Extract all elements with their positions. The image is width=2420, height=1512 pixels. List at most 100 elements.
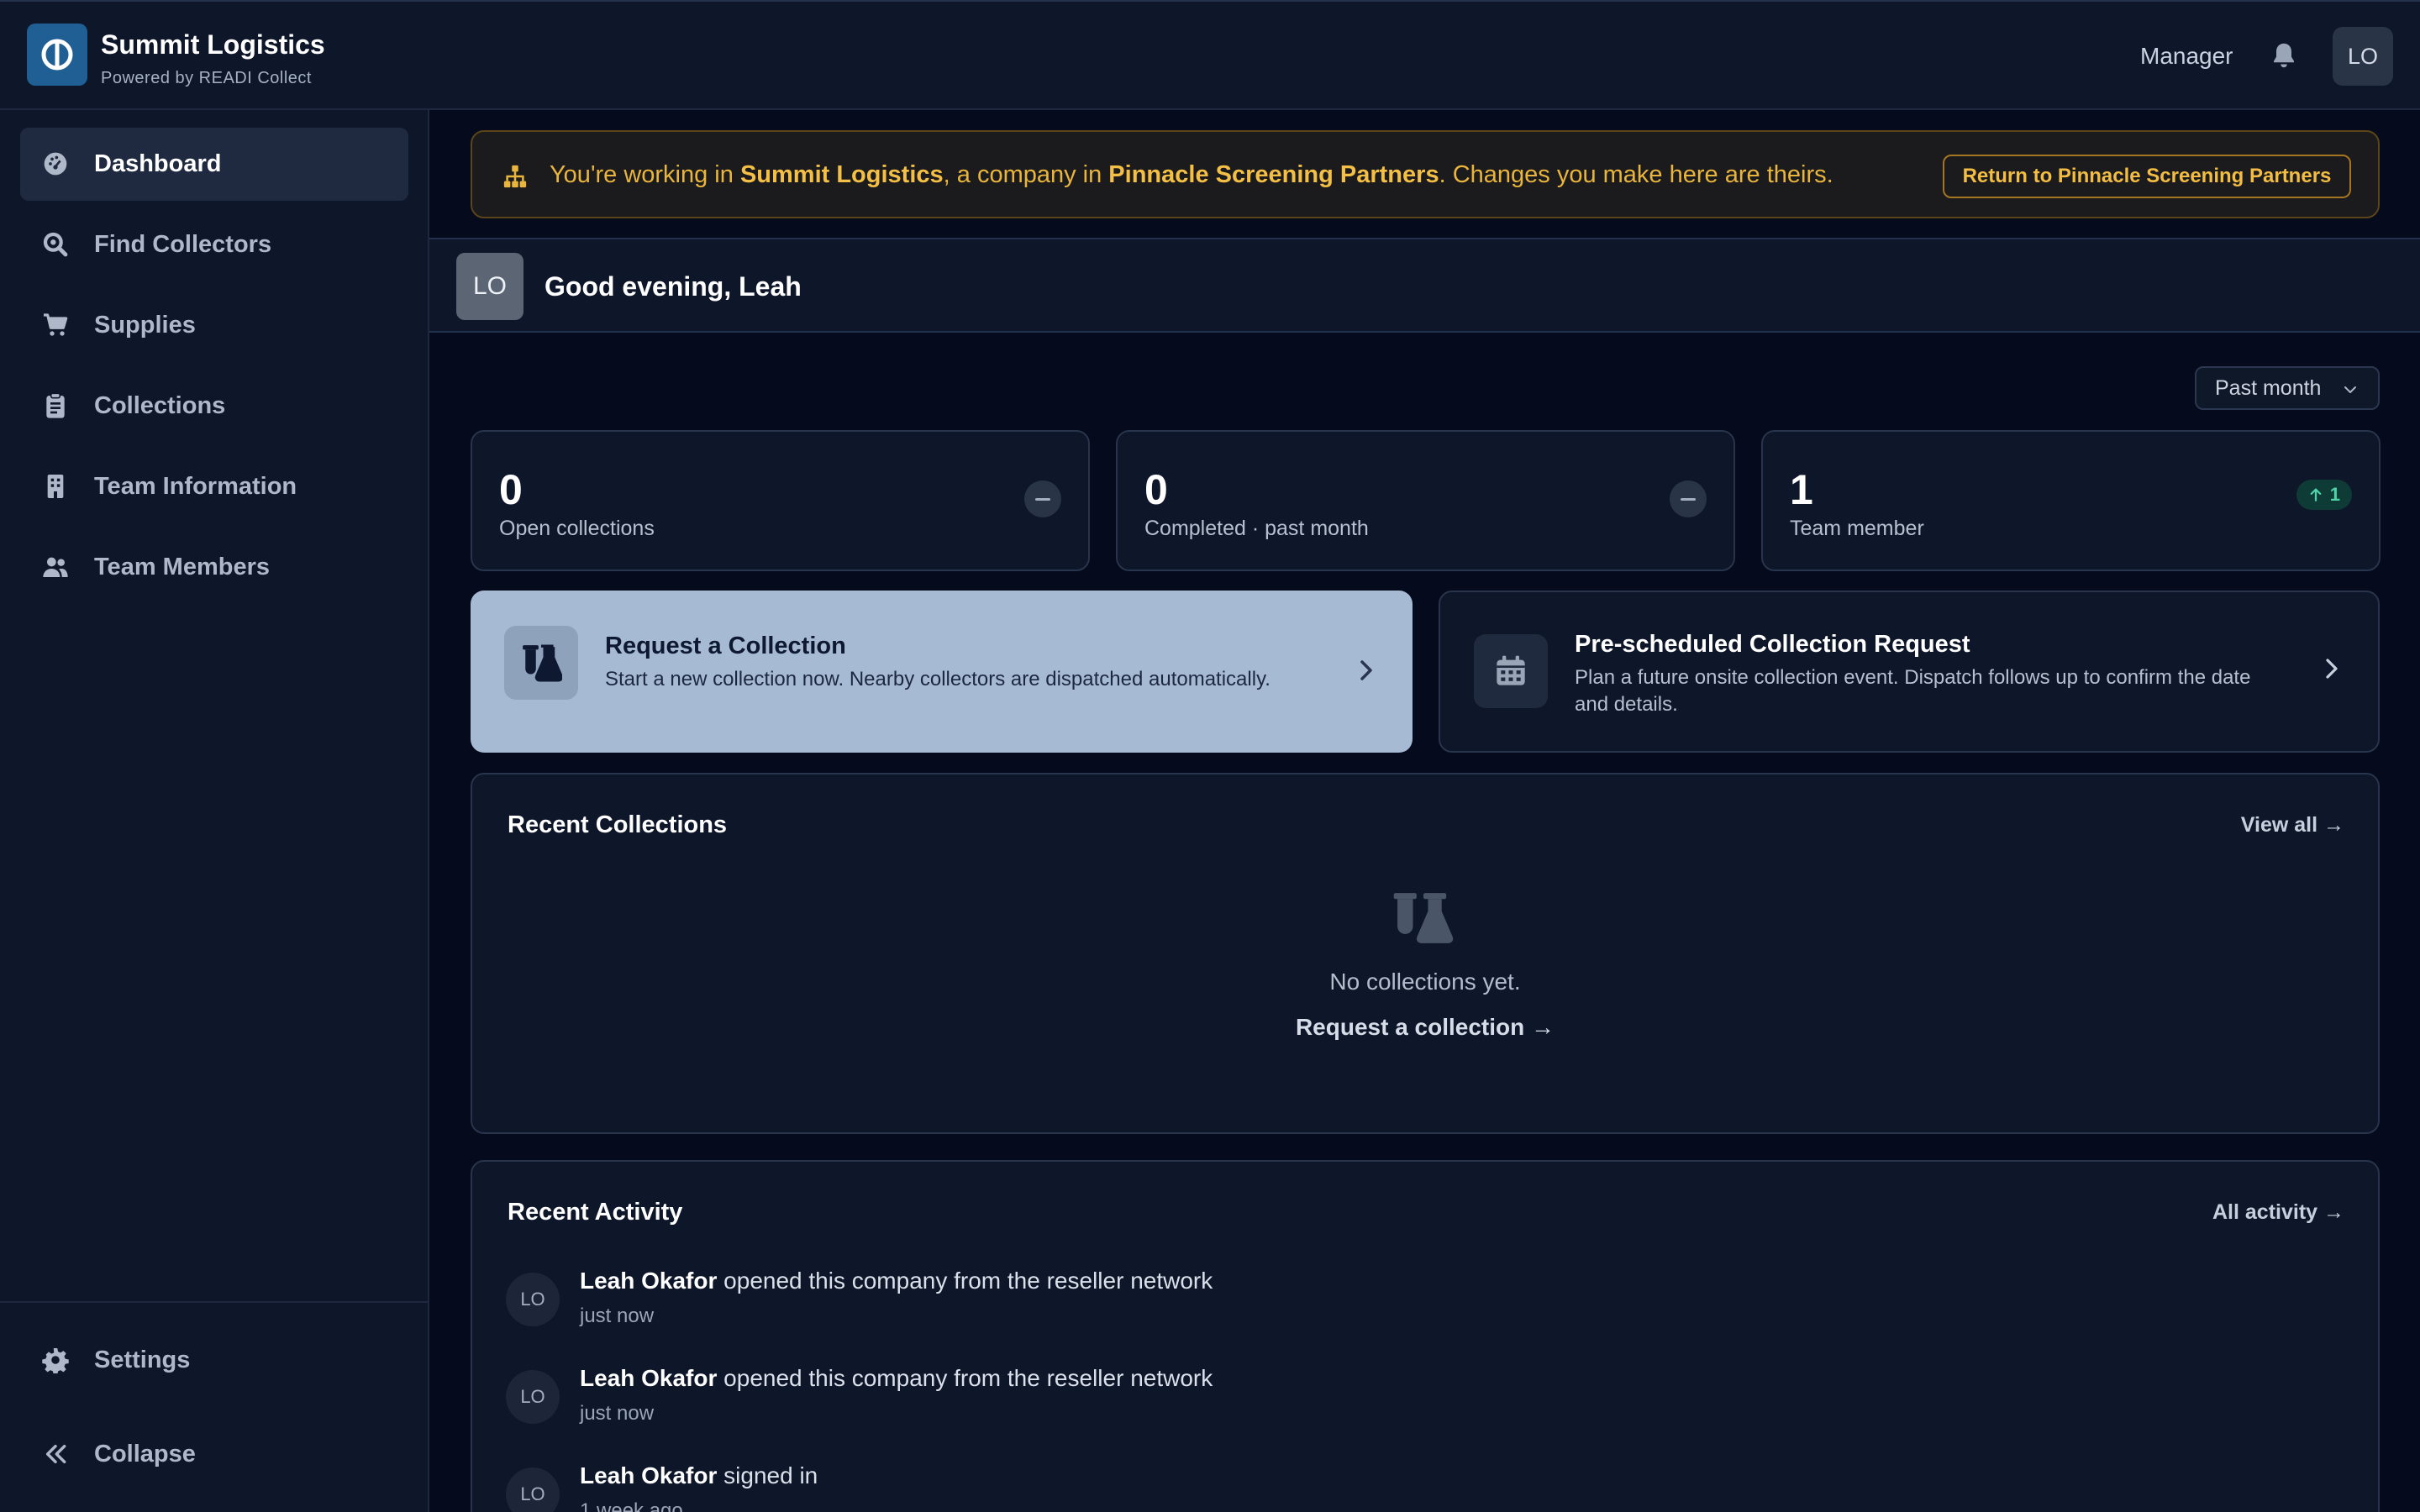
sidebar-item-team-members[interactable]: Team Members xyxy=(20,531,408,604)
sidebar-collapse-button[interactable]: Collapse xyxy=(20,1418,408,1491)
sidebar-item-label: Team Members xyxy=(94,554,270,580)
lab-flask-icon xyxy=(504,626,578,700)
sidebar: Dashboard Find Collectors Supplies Colle… xyxy=(0,110,429,1512)
activity-item: LO Leah Okafor signed in 1 week ago xyxy=(506,1462,2018,1512)
no-change-indicator xyxy=(1024,480,1061,517)
prescheduled-request-title: Pre-scheduled Collection Request xyxy=(1575,631,1970,658)
company-context-banner: You're working in Summit Logistics, a co… xyxy=(471,130,2380,218)
building-icon xyxy=(47,475,64,498)
request-collection-title: Request a Collection xyxy=(605,633,846,659)
stat-caption: Completed · past month xyxy=(1144,517,1369,540)
bell-icon[interactable] xyxy=(2269,40,2299,71)
sidebar-item-label: Supplies xyxy=(94,312,196,339)
recent-collections-title: Recent Collections xyxy=(508,811,728,838)
activity-actor: Leah Okafor xyxy=(580,1268,718,1294)
activity-item: LO Leah Okafor opened this company from … xyxy=(506,1365,2018,1432)
banner-middle: , a company in xyxy=(943,161,1109,188)
activity-time: just now xyxy=(580,1402,655,1425)
chevron-down-icon xyxy=(2344,386,2356,393)
sidebar-item-label: Find Collectors xyxy=(94,231,272,258)
activity-item: LO Leah Okafor opened this company from … xyxy=(506,1268,2018,1335)
recent-activity-panel: Recent Activity All activity → LO Leah O… xyxy=(471,1160,2380,1512)
sidebar-item-label: Collections xyxy=(94,392,226,419)
collapse-label: Collapse xyxy=(94,1441,196,1467)
all-activity-link[interactable]: All activity → xyxy=(2212,1200,2344,1225)
activity-time: just now xyxy=(580,1305,655,1327)
sidebar-item-label: Dashboard xyxy=(94,150,222,177)
activity-text: Leah Okafor signed in xyxy=(580,1462,818,1489)
prescheduled-request-description: Plan a future onsite collection event. D… xyxy=(1575,666,2251,716)
activity-avatar: LO xyxy=(506,1273,560,1326)
banner-prefix: You're working in xyxy=(550,161,740,188)
greeting-avatar: LO xyxy=(456,253,523,320)
lab-flask-icon xyxy=(1393,893,1454,943)
period-select-value: Past month xyxy=(2215,375,2322,400)
request-collection-description: Start a new collection now. Nearby colle… xyxy=(605,668,1270,690)
top-bar: Summit Logistics Powered by READI Collec… xyxy=(0,0,2420,110)
view-all-collections-link[interactable]: View all → xyxy=(2241,813,2344,837)
stat-card-open-collections: 0 Open collections xyxy=(471,430,1090,571)
dashboard-icon xyxy=(44,152,67,176)
recent-activity-title: Recent Activity xyxy=(508,1199,683,1226)
sidebar-item-find-collectors[interactable]: Find Collectors xyxy=(20,208,408,281)
return-to-network-button[interactable]: Return to Pinnacle Screening Partners xyxy=(1943,155,2351,198)
sidebar-item-team-information[interactable]: Team Information xyxy=(20,450,408,523)
stat-caption: Open collections xyxy=(499,517,655,540)
recent-collections-panel: Recent Collections View all → No collect… xyxy=(471,773,2380,1134)
users-icon xyxy=(43,557,68,577)
greeting-bar: LO Good evening, Leah xyxy=(429,238,2420,333)
sidebar-item-dashboard[interactable]: Dashboard xyxy=(20,128,408,201)
banner-suffix: . Changes you make here are theirs. xyxy=(1439,161,1833,188)
activity-avatar: LO xyxy=(506,1467,560,1512)
request-collection-card[interactable]: Request a Collection Start a new collect… xyxy=(471,591,1413,753)
arrow-up-icon xyxy=(2310,488,2322,501)
chevrons-left-icon xyxy=(45,1444,66,1464)
period-select[interactable]: Past month xyxy=(2195,366,2380,410)
cart-icon xyxy=(44,313,68,336)
trend-badge: 1 xyxy=(2296,480,2352,510)
sidebar-item-label: Team Information xyxy=(94,473,297,500)
greeting-text: Good evening, Leah xyxy=(544,271,802,302)
activity-avatar: LO xyxy=(506,1370,560,1424)
gear-icon xyxy=(42,1348,69,1373)
sidebar-item-supplies[interactable]: Supplies xyxy=(20,289,408,362)
activity-time: 1 week ago xyxy=(580,1499,683,1512)
banner-message: You're working in Summit Logistics, a co… xyxy=(550,161,1833,189)
stat-card-completed: 0 Completed · past month xyxy=(1116,430,1735,571)
org-hierarchy-icon xyxy=(503,165,527,188)
logo-icon xyxy=(41,39,73,71)
brand-subtitle: Powered by READI Collect xyxy=(101,69,312,87)
activity-actor: Leah Okafor xyxy=(580,1462,718,1488)
clipboard-icon xyxy=(46,392,65,418)
chevron-right-icon xyxy=(1360,660,1372,680)
prescheduled-request-card[interactable]: Pre-scheduled Collection Request Plan a … xyxy=(1439,591,2380,753)
request-collection-link[interactable]: Request a collection → xyxy=(472,1014,2378,1041)
sidebar-item-collections[interactable]: Collections xyxy=(20,370,408,443)
activity-text: Leah Okafor opened this company from the… xyxy=(580,1365,1213,1392)
sidebar-divider xyxy=(0,1301,428,1303)
activity-text: Leah Okafor opened this company from the… xyxy=(580,1268,1213,1294)
no-change-indicator xyxy=(1670,480,1707,517)
sidebar-item-settings[interactable]: Settings xyxy=(20,1324,408,1397)
brand-title: Summit Logistics xyxy=(101,29,325,60)
activity-action: opened this company from the reseller ne… xyxy=(717,1268,1213,1294)
trend-value: 1 xyxy=(2329,484,2340,505)
empty-state-text: No collections yet. xyxy=(1329,969,1521,995)
activity-action: opened this company from the reseller ne… xyxy=(717,1365,1213,1391)
chevron-right-icon xyxy=(2326,659,2338,679)
stat-card-team-members: 1 Team member 1 xyxy=(1761,430,2381,571)
app-logo[interactable] xyxy=(27,24,87,86)
stat-caption: Team member xyxy=(1790,517,1924,540)
stat-value: 0 xyxy=(1144,466,1168,513)
activity-action: signed in xyxy=(717,1462,818,1488)
settings-label: Settings xyxy=(94,1347,191,1373)
role-label[interactable]: Manager xyxy=(2140,43,2233,70)
stat-value: 0 xyxy=(499,466,523,513)
stat-value: 1 xyxy=(1790,466,1813,513)
calendar-icon xyxy=(1474,634,1548,708)
banner-company: Summit Logistics xyxy=(739,161,944,188)
user-avatar[interactable]: LO xyxy=(2333,27,2393,86)
banner-network: Pinnacle Screening Partners xyxy=(1108,161,1439,188)
activity-actor: Leah Okafor xyxy=(580,1365,718,1391)
search-icon xyxy=(43,232,68,257)
